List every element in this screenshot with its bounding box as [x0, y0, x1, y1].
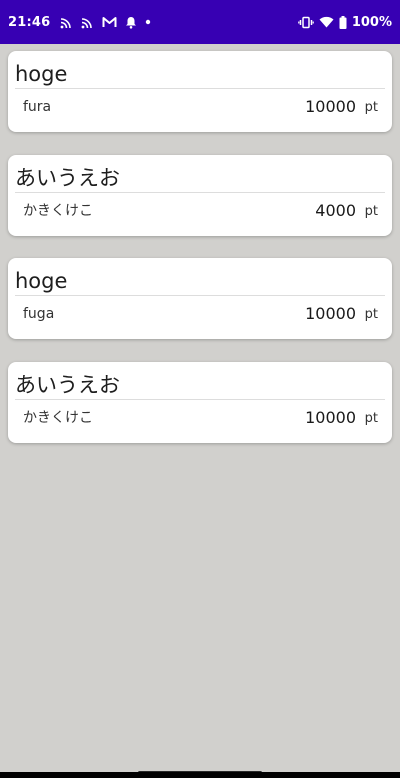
wifi-icon — [319, 14, 334, 30]
dot-icon — [145, 14, 151, 30]
battery-icon — [339, 14, 347, 30]
battery-percentage: 100% — [351, 14, 392, 30]
card-title: あいうえお — [15, 373, 120, 397]
vibrate-icon — [298, 14, 314, 30]
card-points: 4000 — [315, 201, 356, 220]
card-title: hoge — [15, 62, 68, 86]
list-item-card[interactable]: hoge fura 10000 pt — [8, 51, 392, 132]
list-item-card[interactable]: あいうえお かきくけこ 4000 pt — [8, 155, 392, 236]
card-subtitle: fuga — [23, 306, 55, 322]
cast-icon — [60, 14, 73, 30]
card-divider — [15, 88, 385, 89]
card-unit: pt — [364, 411, 378, 426]
card-title: hoge — [15, 269, 68, 293]
card-subtitle: fura — [23, 99, 52, 115]
card-divider — [15, 192, 385, 193]
gmail-icon — [102, 14, 117, 30]
card-unit: pt — [364, 100, 378, 115]
list-item-card[interactable]: あいうえお かきくけこ 10000 pt — [8, 362, 392, 443]
status-bar-left: 21:46 — [8, 14, 159, 30]
card-unit: pt — [364, 307, 378, 322]
status-time: 21:46 — [8, 14, 51, 30]
card-points: 10000 — [305, 304, 356, 323]
card-subtitle: かきくけこ — [23, 410, 93, 426]
card-title: あいうえお — [15, 166, 120, 190]
navigation-bar-edge — [0, 772, 400, 778]
card-divider — [15, 295, 385, 296]
cast-icon — [81, 14, 94, 30]
card-subtitle: かきくけこ — [23, 203, 93, 219]
card-unit: pt — [364, 204, 378, 219]
status-bar: 21:46 100% — [0, 0, 400, 44]
card-points: 10000 — [305, 97, 356, 116]
card-points: 10000 — [305, 408, 356, 427]
status-bar-right: 100% — [298, 14, 392, 30]
notification-bell-icon — [125, 14, 137, 30]
card-divider — [15, 399, 385, 400]
list-item-card[interactable]: hoge fuga 10000 pt — [8, 258, 392, 339]
